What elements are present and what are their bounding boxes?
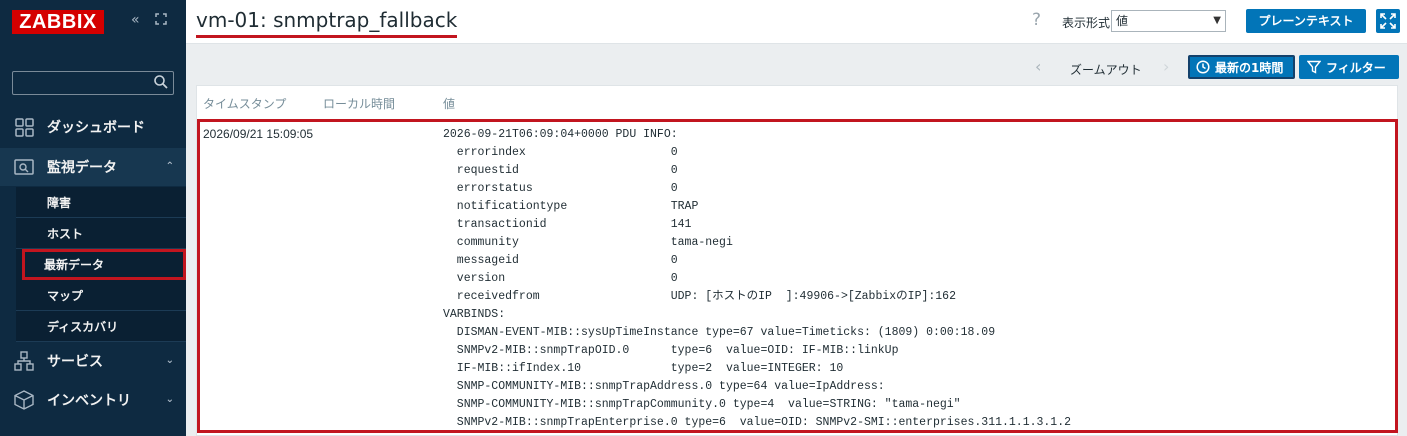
format-select-value: 値 (1116, 14, 1129, 28)
tab-filter[interactable]: フィルター (1299, 55, 1399, 79)
page-header: vm-01: snmptrap_fallback ? 表示形式 値 ▼ プレーン… (186, 0, 1407, 44)
sidebar-item-label: インベントリ (47, 393, 131, 409)
monitoring-icon (14, 159, 34, 175)
collapse-sidebar-icon[interactable]: « (131, 12, 140, 28)
sidebar-item-inventory[interactable]: インベントリ ⌄ (0, 381, 186, 419)
chevron-up-icon: ⌃ (165, 161, 174, 172)
sidebar-subitem-label: ディスカバリ (47, 319, 119, 334)
kiosk-sidebar-icon[interactable] (154, 12, 168, 30)
search-icon[interactable] (153, 74, 169, 90)
column-header-local-time[interactable]: ローカル時間 (323, 95, 395, 112)
sidebar-item-services[interactable]: サービス ⌄ (0, 342, 186, 380)
value-line: 2026-09-21T06:09:04+0000 PDU INFO: (443, 128, 678, 141)
time-next-icon[interactable]: › (1163, 57, 1169, 76)
format-select[interactable]: 値 ▼ (1111, 10, 1226, 32)
column-header-value[interactable]: 値 (443, 95, 455, 112)
value-line: IF-MIB::ifIndex.10 type=2 value=INTEGER:… (443, 362, 844, 375)
format-label: 表示形式 (1062, 16, 1111, 30)
value-line: SNMPv2-MIB::snmpTrapOID.0 type=6 value=O… (443, 344, 899, 357)
fullscreen-icon (1380, 13, 1396, 29)
zoom-out-button[interactable]: ズームアウト (1070, 61, 1142, 78)
row-value: 2026-09-21T06:09:04+0000 PDU INFO: error… (443, 126, 1071, 432)
value-line: errorstatus 0 (443, 182, 678, 195)
sidebar-item-monitoring[interactable]: 監視データ ⌃ (0, 148, 186, 186)
plain-text-button[interactable]: プレーンテキスト (1246, 9, 1366, 33)
dashboard-icon (15, 118, 34, 137)
history-table: タイムスタンプ ローカル時間 値 2026/09/21 15:09:05 202… (196, 85, 1398, 436)
sidebar-subitem-label: マップ (47, 288, 84, 303)
value-line: DISMAN-EVENT-MIB::sysUpTimeInstance type… (443, 326, 996, 339)
chevron-down-icon: ⌄ (165, 394, 174, 405)
value-line: transactionid 141 (443, 218, 692, 231)
tab-time-label: 最新の1時間 (1215, 60, 1284, 75)
sidebar-subitem-maps[interactable]: マップ (16, 280, 186, 311)
value-line: VARBINDS: (443, 308, 506, 321)
sidebar-item-label: サービス (47, 354, 103, 370)
column-header-timestamp[interactable]: タイムスタンプ (203, 95, 286, 112)
chevron-down-icon: ▼ (1213, 15, 1221, 26)
chevron-down-icon: ⌄ (165, 355, 174, 366)
value-line: requestid 0 (443, 164, 678, 177)
clock-icon (1196, 60, 1210, 74)
monitoring-submenu: 障害 ホスト 最新データ マップ ディスカバリ (0, 187, 186, 342)
value-line: receivedfrom UDP: [ホストのIP ]:49906->[Zabb… (443, 290, 956, 303)
row-timestamp: 2026/09/21 15:09:05 (203, 127, 314, 141)
value-line: errorindex 0 (443, 146, 678, 159)
value-line: version 0 (443, 272, 678, 285)
sidebar-subitem-label: ホスト (47, 226, 84, 241)
tab-time-period[interactable]: 最新の1時間 (1188, 55, 1295, 79)
sidebar-subitem-latest-data[interactable]: 最新データ (22, 249, 186, 280)
sidebar-subitem-label: 障害 (47, 195, 72, 210)
value-line: notificationtype TRAP (443, 200, 699, 213)
sidebar-subitem-label: 最新データ (44, 258, 105, 272)
sidebar-subitem-hosts[interactable]: ホスト (16, 218, 186, 249)
sidebar-item-label: ダッシュボード (47, 120, 145, 136)
sidebar-item-label: 監視データ (47, 160, 117, 176)
page-title: vm-01: snmptrap_fallback (196, 8, 458, 38)
value-line: SNMP-COMMUNITY-MIB::snmpTrapAddress.0 ty… (443, 380, 885, 393)
value-line: community tama-negi (443, 236, 733, 249)
inventory-icon (14, 390, 34, 410)
table-row: 2026/09/21 15:09:05 2026-09-21T06:09:04+… (197, 119, 1398, 433)
value-line: SNMPv2-MIB::snmpTrapEnterprise.0 type=6 … (443, 416, 1072, 429)
sidebar-search-input[interactable] (12, 71, 174, 95)
sidebar-subitem-discovery[interactable]: ディスカバリ (16, 311, 186, 342)
sidebar-subitem-problems[interactable]: 障害 (16, 187, 186, 218)
help-icon[interactable]: ? (1032, 10, 1041, 30)
value-line: SNMP-COMMUNITY-MIB::snmpTrapCommunity.0 … (443, 398, 961, 411)
zabbix-logo[interactable]: ZABBIX (12, 10, 104, 34)
tab-filter-label: フィルター (1326, 60, 1386, 75)
time-prev-icon[interactable]: ‹ (1035, 57, 1041, 76)
sidebar: ZABBIX « ダッシュボード 監視データ ⌃ 障害 ホスト 最新データ マッ… (0, 0, 186, 436)
kiosk-mode-button[interactable] (1376, 9, 1400, 33)
services-icon (14, 351, 34, 371)
filter-icon (1307, 60, 1321, 74)
sidebar-item-dashboard[interactable]: ダッシュボード (0, 108, 186, 146)
value-line: messageid 0 (443, 254, 678, 267)
